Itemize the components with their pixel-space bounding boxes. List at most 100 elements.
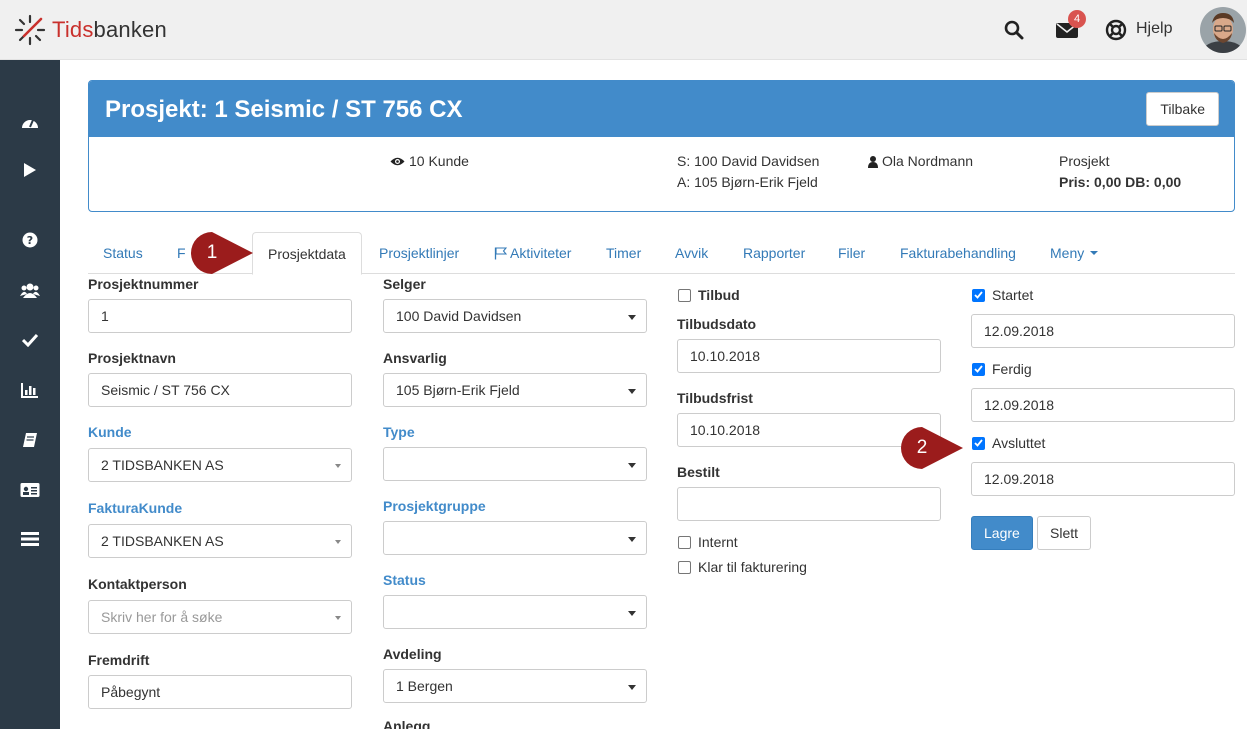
unread-mail-badge: 4 xyxy=(1068,10,1086,28)
flag-icon xyxy=(494,246,507,259)
ferdig-checkbox[interactable]: Ferdig xyxy=(972,361,1032,377)
logo-text: Tidsbanken xyxy=(52,17,167,42)
type-label[interactable]: Type xyxy=(383,424,415,440)
startet-date-input[interactable]: 12.09.2018 xyxy=(971,314,1235,348)
top-navbar: Tidsbanken 4 Hjelp xyxy=(0,0,1247,60)
prosjektnummer-label: Prosjektnummer xyxy=(88,276,199,292)
tab-avvik[interactable]: Avvik xyxy=(660,232,723,274)
bar-chart-icon[interactable] xyxy=(18,378,42,402)
project-tabs: Status F Prosjektdata Prosjektlinjer Akt… xyxy=(88,232,1235,275)
caret-down-icon xyxy=(628,685,636,690)
prosjektgruppe-label[interactable]: Prosjektgruppe xyxy=(383,498,486,514)
avdeling-label: Avdeling xyxy=(383,646,442,662)
chevron-down-icon xyxy=(335,540,341,544)
lifebuoy-icon[interactable] xyxy=(1103,17,1129,43)
caret-down-icon xyxy=(628,315,636,320)
user-avatar[interactable] xyxy=(1200,7,1246,53)
ferdig-date-input[interactable]: 12.09.2018 xyxy=(971,388,1235,422)
contact-info: Ola Nordmann xyxy=(868,151,973,172)
users-icon[interactable] xyxy=(18,278,42,302)
user-icon xyxy=(868,155,878,168)
bestilt-input[interactable] xyxy=(677,487,941,521)
checkbox-checked xyxy=(972,288,985,302)
ansvarlig-label: Ansvarlig xyxy=(383,350,447,366)
checkbox-box xyxy=(678,560,691,574)
id-card-icon[interactable] xyxy=(18,478,42,502)
kontaktperson-label: Kontaktperson xyxy=(88,576,187,592)
project-type-label: Prosjekt xyxy=(1059,153,1110,169)
sidebar: ? xyxy=(0,60,60,729)
project-header: Prosjekt: 1 Seismic / ST 756 CX Tilbake xyxy=(89,81,1234,137)
back-button[interactable]: Tilbake xyxy=(1146,92,1219,126)
tab-prosjektlinjer[interactable]: Prosjektlinjer xyxy=(364,232,474,274)
prosjektnummer-input[interactable]: 1 xyxy=(88,299,352,333)
kunde-label[interactable]: Kunde xyxy=(88,424,132,440)
avsluttet-checkbox[interactable]: Avsluttet xyxy=(972,435,1045,451)
fakturakunde-select[interactable]: 2 TIDSBANKEN AS xyxy=(88,524,352,558)
caret-down-icon xyxy=(628,463,636,468)
callout-marker-1: 1 xyxy=(191,232,253,274)
fakturakunde-label[interactable]: FakturaKunde xyxy=(88,500,182,516)
project-header-panel: Prosjekt: 1 Seismic / ST 756 CX Tilbake … xyxy=(88,80,1235,212)
callout-number: 2 xyxy=(916,437,928,458)
search-icon[interactable] xyxy=(1001,17,1027,43)
type-select[interactable] xyxy=(383,447,647,481)
tilbudsdato-input[interactable]: 10.10.2018 xyxy=(677,339,941,373)
status-label[interactable]: Status xyxy=(383,572,426,588)
fremdrift-input[interactable]: Påbegynt xyxy=(88,675,352,709)
checkbox-box xyxy=(678,535,691,549)
fremdrift-label: Fremdrift xyxy=(88,652,150,668)
tab-meny[interactable]: Meny xyxy=(1035,232,1114,274)
callout-marker-2: 2 xyxy=(901,427,963,469)
tab-fakturabehandling[interactable]: Fakturabehandling xyxy=(885,232,1031,274)
check-icon[interactable] xyxy=(18,328,42,352)
tab-filer[interactable]: Filer xyxy=(823,232,880,274)
list-icon[interactable] xyxy=(18,527,42,551)
chevron-down-icon xyxy=(335,464,341,468)
caret-down-icon xyxy=(628,611,636,616)
help-link[interactable]: Hjelp xyxy=(1136,20,1172,38)
book-icon[interactable] xyxy=(18,428,42,452)
help-circle-icon[interactable]: ? xyxy=(18,228,42,252)
tab-timer[interactable]: Timer xyxy=(591,232,656,274)
checkbox-checked xyxy=(972,362,985,376)
tab-aktiviteter[interactable]: Aktiviteter xyxy=(479,232,586,274)
dashboard-icon[interactable] xyxy=(18,110,42,134)
tilbudsfrist-label: Tilbudsfrist xyxy=(677,390,753,406)
caret-down-icon xyxy=(1090,251,1099,255)
prosjektnavn-input[interactable]: Seismic / ST 756 CX xyxy=(88,373,352,407)
tilbud-checkbox[interactable]: Tilbud xyxy=(678,287,740,303)
tidsbanken-logo[interactable]: Tidsbanken xyxy=(14,14,167,46)
checkmark-icon xyxy=(974,439,983,447)
tab-prosjektdata[interactable]: Prosjektdata xyxy=(252,232,362,275)
tab-status[interactable]: Status xyxy=(88,232,158,274)
customer-info: 10 Kunde xyxy=(390,151,469,172)
logo-mark-icon xyxy=(14,14,46,46)
prosjektgruppe-select[interactable] xyxy=(383,521,647,555)
tab-rapporter[interactable]: Rapporter xyxy=(728,232,820,274)
avsluttet-date-input[interactable]: 12.09.2018 xyxy=(971,462,1235,496)
customer-value: 10 Kunde xyxy=(409,153,469,169)
contact-value: Ola Nordmann xyxy=(882,153,974,169)
checkmark-icon xyxy=(974,365,983,373)
anlegg-label: Anlegg xyxy=(383,718,431,729)
kunde-select[interactable]: 2 TIDSBANKEN AS xyxy=(88,448,352,482)
kontaktperson-search[interactable]: Skriv her for å søke xyxy=(88,600,352,634)
checkbox-box xyxy=(678,288,691,302)
delete-button[interactable]: Slett xyxy=(1037,516,1092,550)
eye-icon xyxy=(390,157,405,166)
ansvarlig-select[interactable]: 105 Bjørn-Erik Fjeld xyxy=(383,373,647,407)
save-button[interactable]: Lagre xyxy=(971,516,1033,550)
bestilt-label: Bestilt xyxy=(677,464,720,480)
startet-checkbox[interactable]: Startet xyxy=(972,287,1033,303)
avdeling-select[interactable]: 1 Bergen xyxy=(383,669,647,703)
klar-til-fakturering-checkbox[interactable]: Klar til fakturering xyxy=(678,559,807,575)
internt-checkbox[interactable]: Internt xyxy=(678,534,738,550)
selger-select[interactable]: 100 David Davidsen xyxy=(383,299,647,333)
play-icon[interactable] xyxy=(18,158,42,182)
seller-info: S: 100 David Davidsen xyxy=(677,153,820,169)
tilbudsdato-label: Tilbudsdato xyxy=(677,316,757,332)
status-select[interactable] xyxy=(383,595,647,629)
prosjektnavn-label: Prosjektnavn xyxy=(88,350,176,366)
price-summary: Pris: 0,00 DB: 0,00 xyxy=(1059,174,1182,190)
